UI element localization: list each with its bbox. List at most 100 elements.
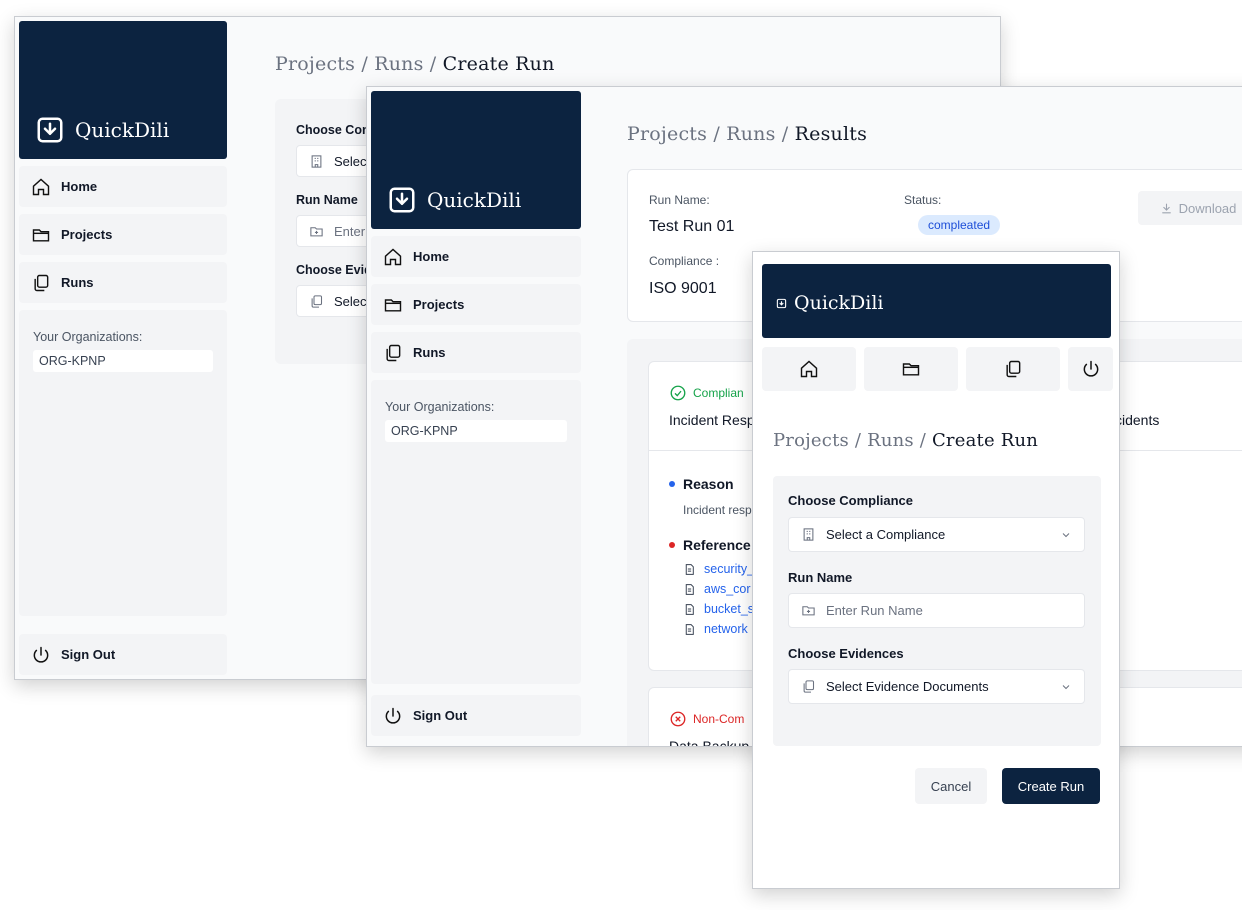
brand-logo[interactable]: QuickDili [776,292,884,314]
breadcrumb-runs[interactable]: Runs [726,123,775,145]
reference-link[interactable]: bucket_s [683,602,754,616]
nav-runs-label: Runs [413,345,446,360]
copy-icon [1006,360,1021,378]
breadcrumb-separator: / [781,123,789,145]
references-dot [669,542,675,548]
logo-panel: QuickDili [762,264,1111,338]
home-icon [800,360,818,378]
cancel-button[interactable]: Cancel [915,768,987,804]
nav-home[interactable] [762,347,856,391]
folder-plus-icon [310,226,323,236]
organizations-panel: Your Organizations: ORG-KPNP [19,310,227,616]
breadcrumb-projects[interactable]: Projects [275,53,355,75]
main-content: Projects / Runs / Results [627,123,867,145]
organizations-label: Your Organizations: [385,400,495,414]
compliance-label: Choose Compliance [788,493,913,508]
reference-link[interactable]: network [683,622,754,636]
home-icon [384,248,402,265]
nav-projects-label: Projects [413,297,465,312]
nav-home[interactable]: Home [371,236,581,277]
organization-item[interactable]: ORG-KPNP [33,350,213,372]
nav-projects[interactable]: Projects [371,284,581,325]
folder-plus-icon [802,606,815,616]
breadcrumb: Projects / Runs / Results [627,123,867,145]
reason-text: Incident resp [683,503,752,517]
sign-out-button[interactable] [1068,347,1113,391]
brand-logo[interactable]: QuickDili [387,185,521,215]
download-button[interactable]: Download [1138,191,1242,225]
status-badge: compleated [918,215,1001,235]
breadcrumb-separator: / [919,430,927,451]
nav-projects[interactable]: Projects [19,214,227,255]
breadcrumb-runs[interactable]: Runs [867,430,914,451]
references-heading: Reference [669,537,751,553]
item-title-tail: cidents [1115,412,1160,428]
organization-item[interactable]: ORG-KPNP [385,420,567,442]
run-name-input[interactable]: Enter Run Name [788,593,1085,628]
breadcrumb-runs[interactable]: Runs [374,53,423,75]
power-icon [385,707,401,724]
logo-panel: QuickDili [371,91,581,229]
file-icon [685,563,694,575]
reference-link-label: aws_cor [704,582,751,596]
breadcrumb-separator: / [854,430,862,451]
references-list: security_ aws_cor bucket_s network [683,556,754,636]
run-name-placeholder: Enter Run Name [826,603,923,618]
reason-dot [669,481,675,487]
chevron-down-icon [1062,532,1070,537]
brand-logo[interactable]: QuickDili [35,115,169,145]
compliance-label: Choose Con [296,123,370,137]
evidence-placeholder: Select Evidence Documents [826,679,989,694]
nav-runs[interactable]: Runs [19,262,227,303]
run-name-value: Test Run 01 [649,218,735,235]
reference-link[interactable]: aws_cor [683,582,754,596]
create-run-mobile-window: QuickDili Projects / Runs / Create Run C… [752,251,1120,889]
nav-runs-label: Runs [61,275,94,290]
copy-icon [311,294,323,308]
reference-link[interactable]: security_ [683,562,754,576]
folder-icon [902,363,920,376]
chevron-down-icon [1062,684,1070,689]
reference-link-label: network [704,622,748,636]
folder-icon [32,228,50,242]
nav-projects[interactable] [864,347,958,391]
status-label: Status: [904,193,942,207]
breadcrumb: Projects / Runs / Create Run [773,430,1038,451]
non-compliant-status-label: Non-Com [693,712,745,726]
breadcrumb-separator: / [429,53,437,75]
breadcrumb-projects[interactable]: Projects [627,123,707,145]
check-circle-icon [670,385,686,401]
nav-projects-label: Projects [61,227,113,242]
sign-out-label: Sign Out [413,708,468,723]
compliant-status-label: Complian [693,386,744,400]
folder-icon [384,298,402,312]
logo-panel: QuickDili [19,21,227,159]
building-icon [803,528,814,541]
nav-runs[interactable] [966,347,1060,391]
item-title: Data Backup [669,738,750,747]
copy-icon [34,274,49,291]
power-icon [1083,360,1098,377]
main-content: Projects / Runs / Create Run [275,53,555,75]
sign-out-button[interactable]: Sign Out [19,634,227,675]
building-icon [311,154,322,168]
organizations-panel: Your Organizations: ORG-KPNP [371,380,581,684]
nav-home-label: Home [413,249,450,264]
evidence-select[interactable]: Select Evidence Documents [788,669,1085,704]
nav-home-label: Home [61,179,98,194]
sign-out-button[interactable]: Sign Out [371,695,581,736]
copy-icon [803,680,815,693]
brand-name: QuickDili [75,118,170,142]
brand-name: QuickDili [427,188,522,212]
power-icon [33,646,49,663]
breadcrumb-projects[interactable]: Projects [773,430,849,451]
run-name-label: Run Name: [649,193,710,207]
nav-home[interactable]: Home [19,166,227,207]
create-run-button[interactable]: Create Run [1002,768,1100,804]
reference-link-label: security_ [704,562,755,576]
reference-link-label: bucket_s [704,602,755,616]
sign-out-label: Sign Out [61,647,116,662]
reason-label: Reason [683,476,734,492]
nav-runs[interactable]: Runs [371,332,581,373]
compliance-select[interactable]: Select a Compliance [788,517,1085,552]
